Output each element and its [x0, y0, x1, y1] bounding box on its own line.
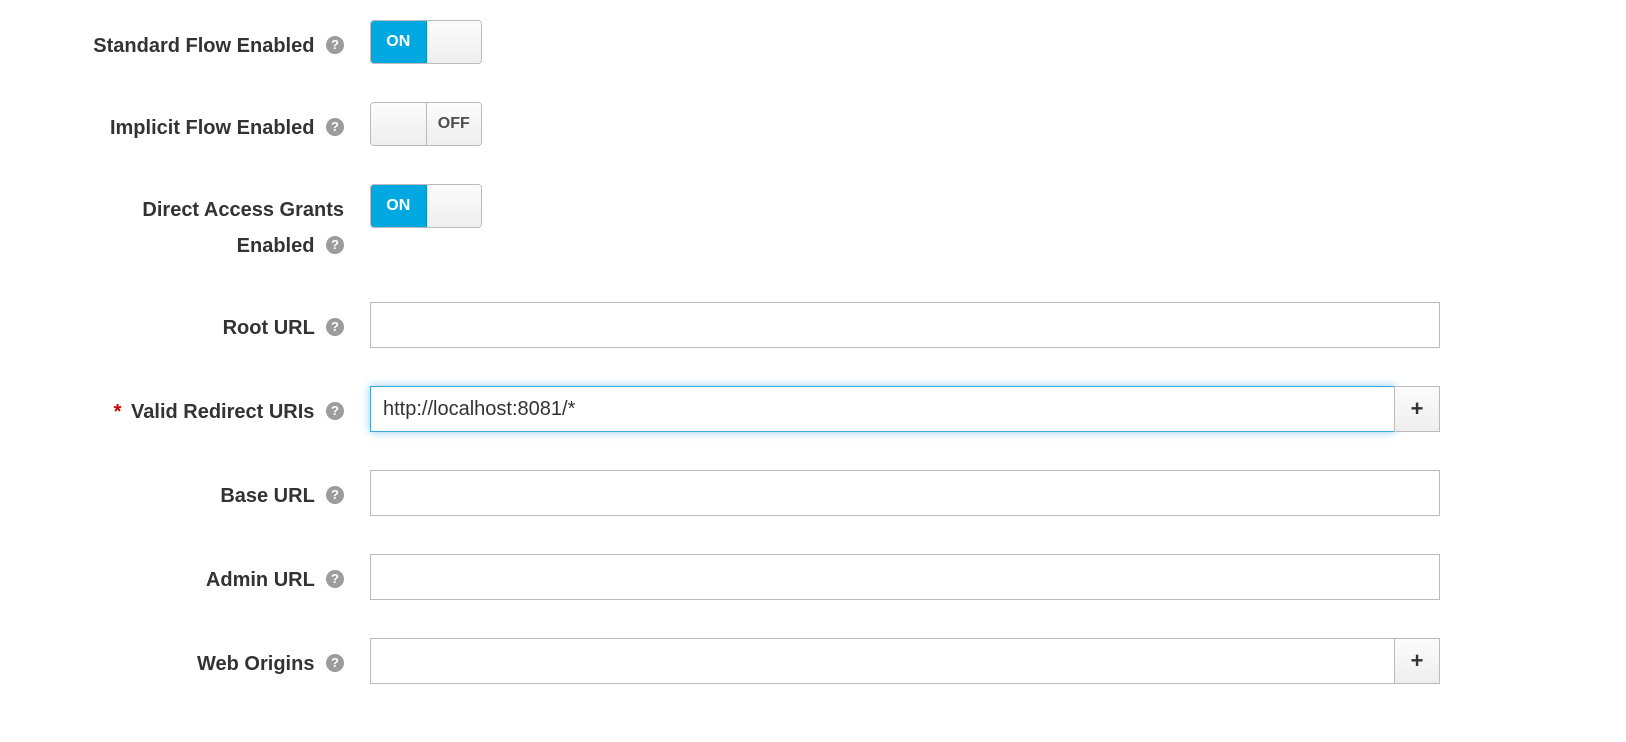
label-text: Implicit Flow Enabled — [110, 117, 314, 139]
input-base-url[interactable] — [370, 470, 1440, 516]
toggle-on-label: ON — [371, 21, 427, 63]
row-direct-access: Direct Access Grants Enabled ? ON — [60, 184, 1566, 264]
label-text: Valid Redirect URIs — [131, 401, 314, 423]
help-icon[interactable]: ? — [326, 318, 344, 336]
label-valid-redirect: * Valid Redirect URIs ? — [60, 386, 370, 430]
row-valid-redirect: * Valid Redirect URIs ? + — [60, 386, 1566, 432]
row-standard-flow: Standard Flow Enabled ? ON — [60, 20, 1566, 64]
toggle-off-label: OFF — [427, 103, 482, 145]
label-implicit-flow: Implicit Flow Enabled ? — [60, 102, 370, 146]
help-icon[interactable]: ? — [326, 36, 344, 54]
toggle-handle — [427, 21, 482, 63]
required-marker: * — [114, 401, 122, 423]
row-implicit-flow: Implicit Flow Enabled ? OFF — [60, 102, 1566, 146]
toggle-handle — [371, 103, 427, 145]
label-text: Base URL — [220, 485, 314, 507]
label-text: Standard Flow Enabled — [93, 35, 314, 57]
add-redirect-button[interactable]: + — [1394, 386, 1440, 432]
input-root-url[interactable] — [370, 302, 1440, 348]
label-text: Web Origins — [197, 653, 314, 675]
label-text: Admin URL — [206, 569, 315, 591]
add-web-origin-button[interactable]: + — [1394, 638, 1440, 684]
toggle-on-label: ON — [371, 185, 427, 227]
label-text: Root URL — [223, 317, 315, 339]
row-admin-url: Admin URL ? — [60, 554, 1566, 600]
input-admin-url[interactable] — [370, 554, 1440, 600]
help-icon[interactable]: ? — [326, 654, 344, 672]
toggle-direct-access[interactable]: ON — [370, 184, 482, 228]
help-icon[interactable]: ? — [326, 402, 344, 420]
label-root-url: Root URL ? — [60, 302, 370, 346]
row-web-origins: Web Origins ? + — [60, 638, 1566, 684]
row-root-url: Root URL ? — [60, 302, 1566, 348]
label-admin-url: Admin URL ? — [60, 554, 370, 598]
toggle-implicit-flow[interactable]: OFF — [370, 102, 482, 146]
help-icon[interactable]: ? — [326, 570, 344, 588]
help-icon[interactable]: ? — [326, 236, 344, 254]
label-direct-access: Direct Access Grants Enabled ? — [60, 184, 370, 264]
row-base-url: Base URL ? — [60, 470, 1566, 516]
help-icon[interactable]: ? — [326, 118, 344, 136]
input-web-origins[interactable] — [370, 638, 1395, 684]
label-web-origins: Web Origins ? — [60, 638, 370, 682]
help-icon[interactable]: ? — [326, 486, 344, 504]
label-text: Direct Access Grants Enabled — [142, 199, 344, 257]
toggle-standard-flow[interactable]: ON — [370, 20, 482, 64]
label-base-url: Base URL ? — [60, 470, 370, 514]
input-valid-redirect[interactable] — [370, 386, 1395, 432]
label-standard-flow: Standard Flow Enabled ? — [60, 20, 370, 64]
toggle-handle — [427, 185, 482, 227]
